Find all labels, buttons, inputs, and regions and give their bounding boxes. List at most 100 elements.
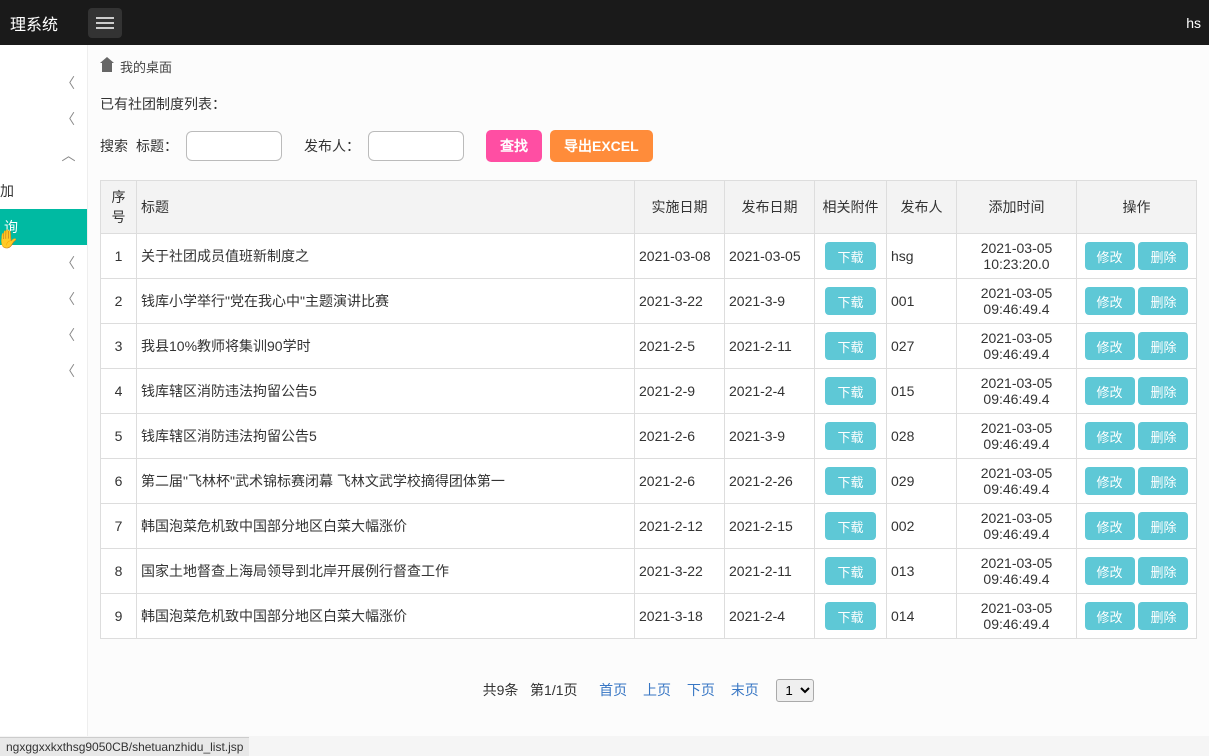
download-button[interactable]: 下载 xyxy=(825,377,875,405)
search-label: 搜索 xyxy=(100,136,128,156)
cell-attachment: 下载 xyxy=(815,234,887,279)
download-button[interactable]: 下载 xyxy=(825,422,875,450)
search-title-input[interactable] xyxy=(186,131,282,161)
chevron-left-icon: 〈 xyxy=(61,73,75,93)
download-button[interactable]: 下载 xyxy=(825,287,875,315)
pagination: 共9条 第1/1页 首页 上页 下页 末页 1 xyxy=(100,639,1197,712)
download-button[interactable]: 下载 xyxy=(825,602,875,630)
table-row: 5钱库辖区消防违法拘留公告52021-2-62021-3-9下载0282021-… xyxy=(101,414,1197,459)
download-button[interactable]: 下载 xyxy=(825,242,875,270)
cell-pub-date: 2021-2-4 xyxy=(725,369,815,414)
delete-button[interactable]: 删除 xyxy=(1138,557,1188,585)
col-attachment: 相关附件 xyxy=(815,181,887,234)
sidebar-item[interactable]: 加 xyxy=(0,173,87,209)
menu-toggle-button[interactable] xyxy=(88,8,122,38)
cell-add-time: 2021-03-0509:46:49.4 xyxy=(957,459,1077,504)
col-publisher: 发布人 xyxy=(887,181,957,234)
cell-impl-date: 2021-2-12 xyxy=(635,504,725,549)
cell-impl-date: 2021-03-08 xyxy=(635,234,725,279)
cell-ops: 修改 删除 xyxy=(1077,504,1197,549)
delete-button[interactable]: 删除 xyxy=(1138,242,1188,270)
table-row: 6第二届"飞林杯"武术锦标赛闭幕 飞林文武学校摘得团体第一2021-2-6202… xyxy=(101,459,1197,504)
cell-title: 国家土地督查上海局领导到北岸开展例行督查工作 xyxy=(137,549,635,594)
sidebar-item[interactable]: 〈 xyxy=(0,245,87,281)
sidebar-item[interactable]: 询✋ xyxy=(0,209,87,245)
cell-add-time: 2021-03-0509:46:49.4 xyxy=(957,369,1077,414)
cell-title: 韩国泡菜危机致中国部分地区白菜大幅涨价 xyxy=(137,594,635,639)
cell-pub-date: 2021-3-9 xyxy=(725,279,815,324)
sidebar-item[interactable]: 〈 xyxy=(0,137,87,173)
delete-button[interactable]: 删除 xyxy=(1138,602,1188,630)
modify-button[interactable]: 修改 xyxy=(1085,332,1135,360)
cell-idx: 1 xyxy=(101,234,137,279)
cell-publisher: 002 xyxy=(887,504,957,549)
col-idx: 序号 xyxy=(101,181,137,234)
delete-button[interactable]: 删除 xyxy=(1138,422,1188,450)
cell-title: 关于社团成员值班新制度之 xyxy=(137,234,635,279)
download-button[interactable]: 下载 xyxy=(825,512,875,540)
modify-button[interactable]: 修改 xyxy=(1085,602,1135,630)
cell-idx: 8 xyxy=(101,549,137,594)
cell-ops: 修改 删除 xyxy=(1077,234,1197,279)
cell-ops: 修改 删除 xyxy=(1077,324,1197,369)
modify-button[interactable]: 修改 xyxy=(1085,422,1135,450)
modify-button[interactable]: 修改 xyxy=(1085,287,1135,315)
title-label: 标题： xyxy=(136,136,178,156)
cell-attachment: 下载 xyxy=(815,594,887,639)
chevron-left-icon: 〈 xyxy=(61,253,75,273)
cell-idx: 4 xyxy=(101,369,137,414)
delete-button[interactable]: 删除 xyxy=(1138,512,1188,540)
modify-button[interactable]: 修改 xyxy=(1085,242,1135,270)
cell-idx: 5 xyxy=(101,414,137,459)
sidebar-item[interactable]: 〈 xyxy=(0,353,87,389)
delete-button[interactable]: 删除 xyxy=(1138,332,1188,360)
main-content: 我的桌面 已有社团制度列表： 搜索 标题： 发布人： 查找 导出EXCEL 序号… xyxy=(88,45,1209,736)
cell-publisher: 014 xyxy=(887,594,957,639)
sidebar-item[interactable]: 〈 xyxy=(0,281,87,317)
cell-add-time: 2021-03-0509:46:49.4 xyxy=(957,414,1077,459)
cell-title: 钱库小学举行"党在我心中"主题演讲比赛 xyxy=(137,279,635,324)
download-button[interactable]: 下载 xyxy=(825,467,875,495)
cell-attachment: 下载 xyxy=(815,459,887,504)
chevron-left-icon: 〈 xyxy=(61,289,75,309)
page-next-link[interactable]: 下页 xyxy=(687,682,715,698)
cell-pub-date: 2021-3-9 xyxy=(725,414,815,459)
cell-add-time: 2021-03-0509:46:49.4 xyxy=(957,279,1077,324)
col-pub-date: 发布日期 xyxy=(725,181,815,234)
page-first-link[interactable]: 首页 xyxy=(599,682,627,698)
modify-button[interactable]: 修改 xyxy=(1085,467,1135,495)
cell-title: 钱库辖区消防违法拘留公告5 xyxy=(137,414,635,459)
cell-add-time: 2021-03-0509:46:49.4 xyxy=(957,594,1077,639)
cell-attachment: 下载 xyxy=(815,324,887,369)
delete-button[interactable]: 删除 xyxy=(1138,467,1188,495)
page-last-link[interactable]: 末页 xyxy=(731,682,759,698)
col-impl-date: 实施日期 xyxy=(635,181,725,234)
page-select[interactable]: 1 xyxy=(776,679,814,702)
sidebar-item[interactable]: 〈 xyxy=(0,65,87,101)
cell-publisher: 015 xyxy=(887,369,957,414)
cell-publisher: 001 xyxy=(887,279,957,324)
chevron-left-icon: 〈 xyxy=(61,325,75,345)
modify-button[interactable]: 修改 xyxy=(1085,512,1135,540)
export-excel-button[interactable]: 导出EXCEL xyxy=(550,130,653,162)
cell-impl-date: 2021-2-6 xyxy=(635,459,725,504)
sidebar-item[interactable]: 〈 xyxy=(0,317,87,353)
delete-button[interactable]: 删除 xyxy=(1138,377,1188,405)
cell-attachment: 下载 xyxy=(815,369,887,414)
download-button[interactable]: 下载 xyxy=(825,332,875,360)
cell-ops: 修改 删除 xyxy=(1077,549,1197,594)
table-row: 8国家土地督查上海局领导到北岸开展例行督查工作2021-3-222021-2-1… xyxy=(101,549,1197,594)
page-prev-link[interactable]: 上页 xyxy=(643,682,671,698)
download-button[interactable]: 下载 xyxy=(825,557,875,585)
search-button[interactable]: 查找 xyxy=(486,130,542,162)
search-publisher-input[interactable] xyxy=(368,131,464,161)
modify-button[interactable]: 修改 xyxy=(1085,377,1135,405)
cell-pub-date: 2021-2-11 xyxy=(725,549,815,594)
modify-button[interactable]: 修改 xyxy=(1085,557,1135,585)
cell-pub-date: 2021-2-15 xyxy=(725,504,815,549)
delete-button[interactable]: 删除 xyxy=(1138,287,1188,315)
sidebar-item[interactable]: 〈 xyxy=(0,101,87,137)
cell-idx: 9 xyxy=(101,594,137,639)
cell-title: 钱库辖区消防违法拘留公告5 xyxy=(137,369,635,414)
cell-title: 我县10%教师将集训90学时 xyxy=(137,324,635,369)
